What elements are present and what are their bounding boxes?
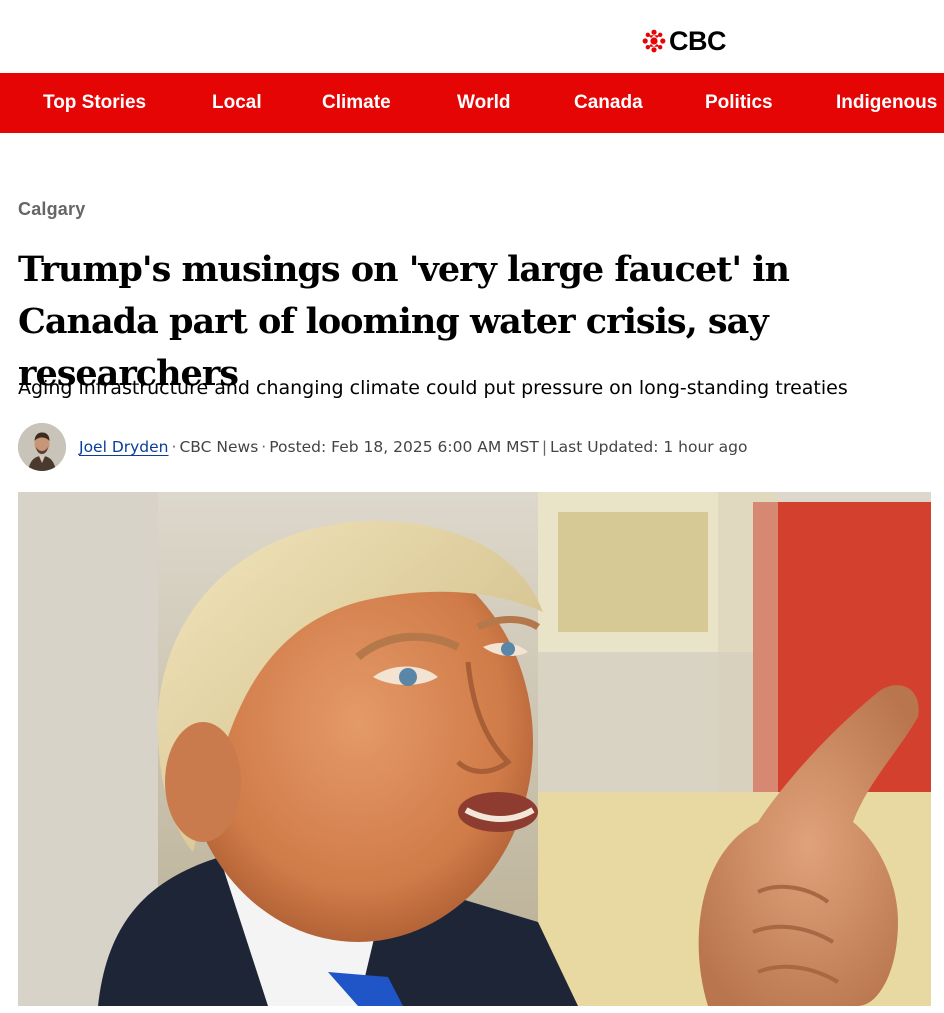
hero-image[interactable]: [18, 492, 931, 1006]
masthead: CBC: [0, 0, 944, 73]
section-label[interactable]: Calgary: [18, 199, 85, 220]
nav-item-politics[interactable]: Politics: [705, 73, 773, 133]
nav-item-canada[interactable]: Canada: [574, 73, 643, 133]
byline-posted: Posted: Feb 18, 2025 6:00 AM MST: [269, 438, 539, 456]
byline-updated: Last Updated: 1 hour ago: [550, 438, 748, 456]
nav-item-world[interactable]: World: [457, 73, 510, 133]
cbc-logo[interactable]: CBC: [642, 26, 727, 56]
nav-item-indigenous[interactable]: Indigenous: [836, 73, 937, 133]
article-deck: Aging infrastructure and changing climat…: [18, 377, 848, 399]
cbc-gem-icon: [642, 29, 666, 53]
nav-item-local[interactable]: Local: [212, 73, 262, 133]
hero-photo: [18, 492, 931, 1006]
byline: Joel Dryden · CBC News · Posted: Feb 18, 202…: [18, 423, 747, 471]
avatar-portrait: [18, 423, 66, 471]
primary-nav: Top Stories Local Climate World Canada P…: [0, 73, 944, 133]
byline-outlet: CBC News: [179, 438, 259, 456]
author-link[interactable]: Joel Dryden: [79, 438, 169, 456]
nav-item-climate[interactable]: Climate: [322, 73, 391, 133]
byline-text: Joel Dryden · CBC News · Posted: Feb 18, 202…: [79, 438, 748, 456]
nav-item-top-stories[interactable]: Top Stories: [43, 73, 146, 133]
logo-wordmark: CBC: [669, 26, 727, 56]
author-avatar[interactable]: [18, 423, 66, 471]
